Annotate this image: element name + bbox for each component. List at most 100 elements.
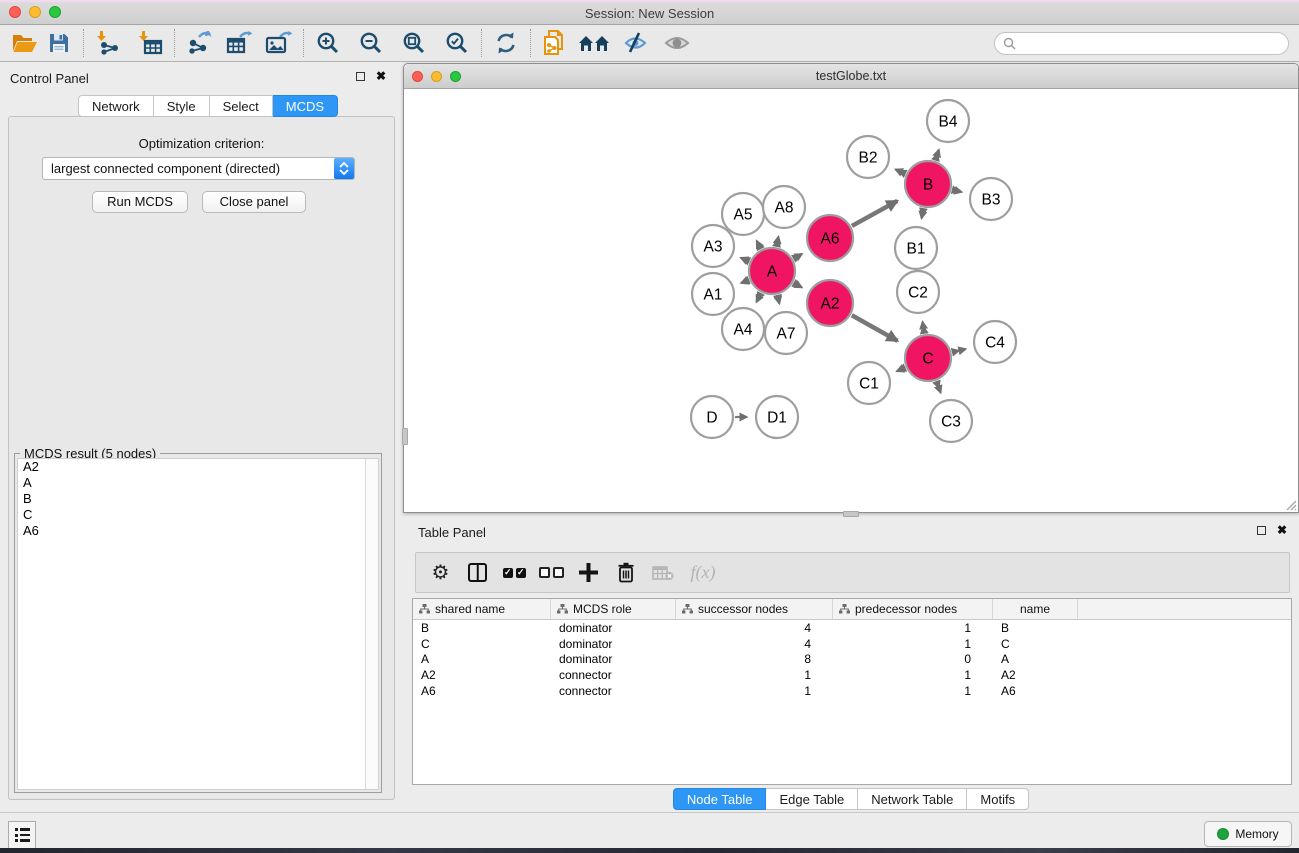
- zoom-fit-button[interactable]: [397, 27, 431, 59]
- network-zoom-button[interactable]: [450, 71, 461, 82]
- network-canvas[interactable]: B4B2BB3B1A5A8A6A3AA1A4A7A2C2CC4C1C3DD1: [404, 89, 1298, 512]
- network-window-title: testGlobe.txt: [404, 64, 1298, 89]
- graph-edge-C-C1[interactable]: [897, 368, 905, 372]
- optimization-criterion-dropdown[interactable]: largest connected component (directed): [42, 157, 355, 180]
- zoom-out-button[interactable]: [354, 27, 388, 59]
- dropdown-stepper-icon[interactable]: [334, 158, 354, 179]
- refresh-view-button[interactable]: [489, 27, 523, 59]
- tab-network-table[interactable]: Network Table: [858, 788, 967, 810]
- list-item[interactable]: A6: [18, 523, 378, 539]
- graph-edge-A-A5[interactable]: [757, 241, 761, 249]
- save-session-button[interactable]: [42, 27, 76, 59]
- tab-select[interactable]: Select: [210, 95, 273, 117]
- table-settings-button[interactable]: ⚙: [422, 555, 459, 591]
- network-window-titlebar[interactable]: testGlobe.txt: [404, 64, 1298, 89]
- graph-edge-A6-B[interactable]: [852, 201, 897, 226]
- home-button[interactable]: [577, 27, 611, 59]
- export-image-button[interactable]: [262, 27, 296, 59]
- import-network-button[interactable]: [91, 27, 125, 59]
- show-column-panel-button[interactable]: [459, 555, 496, 591]
- close-panel-button[interactable]: Close panel: [202, 191, 306, 213]
- list-scrollbar[interactable]: [365, 459, 378, 789]
- tab-edge-table[interactable]: Edge Table: [766, 788, 858, 810]
- memory-button[interactable]: Memory: [1204, 821, 1292, 847]
- graph-edge-A-A4[interactable]: [756, 293, 760, 302]
- graph-edge-B-B4[interactable]: [936, 150, 939, 161]
- toolbar-separator: [481, 29, 482, 57]
- network-close-button[interactable]: [412, 71, 423, 82]
- control-panel-tabs: Network Style Select MCDS: [78, 95, 338, 117]
- graph-edge-A-A2[interactable]: [794, 283, 802, 287]
- tab-network[interactable]: Network: [78, 95, 154, 117]
- network-minimize-button[interactable]: [431, 71, 442, 82]
- column-header-mcds-role[interactable]: MCDS role: [551, 599, 676, 619]
- graph-edge-A-A1[interactable]: [741, 280, 749, 283]
- list-item[interactable]: B: [18, 491, 378, 507]
- graph-edge-A-A3[interactable]: [741, 258, 749, 262]
- desktop-background-strip: [0, 848, 1299, 853]
- graph-edge-C-C2[interactable]: [922, 322, 924, 334]
- export-table-button[interactable]: [222, 27, 256, 59]
- graph-edge-A-A6[interactable]: [794, 254, 802, 259]
- tab-motifs[interactable]: Motifs: [967, 788, 1029, 810]
- vertical-splitter-handle[interactable]: [402, 428, 408, 445]
- float-panel-icon[interactable]: [1257, 526, 1266, 535]
- graph-edge-B-B2[interactable]: [895, 169, 905, 173]
- column-header-predecessor-nodes[interactable]: predecessor nodes: [833, 599, 993, 619]
- checked-box-icon: [503, 568, 513, 578]
- fx-icon: f(x): [691, 562, 716, 583]
- search-input[interactable]: [1016, 37, 1288, 51]
- graph-node-label-A6: A6: [821, 231, 840, 248]
- select-all-columns-button[interactable]: [496, 555, 533, 591]
- graph-node-label-C4: C4: [985, 335, 1005, 352]
- list-item[interactable]: C: [18, 507, 378, 523]
- create-column-button[interactable]: [570, 555, 607, 591]
- list-item[interactable]: A: [18, 475, 378, 491]
- tab-style[interactable]: Style: [154, 95, 210, 117]
- table-row[interactable]: C dominator 4 1 C: [413, 636, 1291, 652]
- new-network-from-selection-button[interactable]: [538, 27, 572, 59]
- export-network-button[interactable]: [182, 27, 216, 59]
- graph-edge-A-A7[interactable]: [778, 295, 780, 303]
- show-graphics-details-button[interactable]: [660, 27, 694, 59]
- mcds-result-list[interactable]: A2 A B C A6: [17, 458, 379, 790]
- zoom-window-button[interactable]: [49, 6, 61, 18]
- column-header-shared-name[interactable]: shared name: [413, 599, 551, 619]
- graph-edge-C-C4[interactable]: [952, 349, 966, 352]
- tab-node-table[interactable]: Node Table: [673, 788, 767, 810]
- column-header-name[interactable]: name: [993, 599, 1078, 619]
- search-field[interactable]: [994, 32, 1289, 55]
- import-table-button[interactable]: [133, 27, 167, 59]
- open-session-button[interactable]: [8, 27, 42, 59]
- tab-mcds[interactable]: MCDS: [273, 95, 338, 117]
- run-mcds-button[interactable]: Run MCDS: [92, 191, 188, 213]
- hide-graphics-details-button[interactable]: [619, 27, 653, 59]
- graph-edge-A2-C[interactable]: [852, 315, 898, 341]
- horizontal-splitter-handle[interactable]: [843, 511, 859, 517]
- deselect-all-columns-button[interactable]: [533, 555, 570, 591]
- window-resize-grip[interactable]: [1283, 497, 1297, 511]
- graph-edge-C-C3[interactable]: [937, 381, 941, 392]
- float-panel-icon[interactable]: [356, 72, 365, 81]
- zoom-in-button[interactable]: [311, 27, 345, 59]
- graph-edge-B-B3[interactable]: [952, 190, 961, 192]
- task-history-button[interactable]: [8, 821, 36, 849]
- table-row[interactable]: A2 connector 1 1 A2: [413, 667, 1291, 683]
- close-panel-icon[interactable]: ✖: [376, 72, 386, 81]
- minimize-window-button[interactable]: [29, 6, 41, 18]
- graph-node-label-A: A: [767, 264, 778, 281]
- table-row[interactable]: B dominator 4 1 B: [413, 620, 1291, 636]
- table-row[interactable]: A6 connector 1 1 A6: [413, 683, 1291, 699]
- close-panel-icon[interactable]: ✖: [1277, 526, 1287, 535]
- graph-edge-A-A8[interactable]: [777, 236, 779, 246]
- delete-column-button[interactable]: [607, 555, 644, 591]
- delete-table-button-disabled: [644, 555, 681, 591]
- close-window-button[interactable]: [9, 6, 21, 18]
- graph-edge-B-B1[interactable]: [922, 209, 924, 219]
- list-item[interactable]: A2: [18, 459, 378, 475]
- main-toolbar: [0, 25, 1299, 62]
- column-header-successor-nodes[interactable]: successor nodes: [676, 599, 833, 619]
- table-row[interactable]: A dominator 8 0 A: [413, 652, 1291, 668]
- memory-label: Memory: [1235, 827, 1278, 841]
- zoom-selected-button[interactable]: [440, 27, 474, 59]
